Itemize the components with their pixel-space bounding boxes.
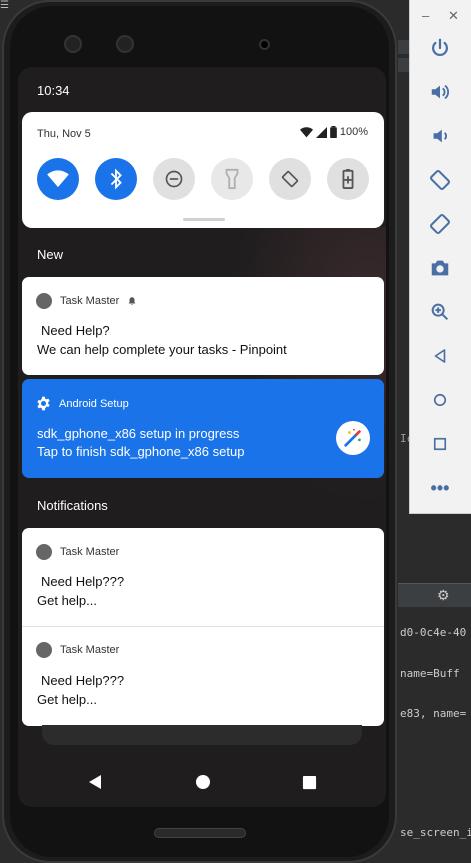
- rotate-left-icon[interactable]: [425, 165, 455, 195]
- notification-app-name: Task Master: [60, 644, 120, 656]
- rotate-right-icon[interactable]: [425, 209, 455, 239]
- zoom-icon[interactable]: [425, 297, 455, 327]
- signal-status-icon: [315, 126, 327, 138]
- section-notifications: Notifications: [37, 498, 108, 513]
- close-icon[interactable]: ✕: [448, 8, 459, 24]
- power-icon[interactable]: [425, 33, 455, 63]
- nav-home-icon[interactable]: [188, 757, 218, 807]
- volume-down-icon[interactable]: [425, 121, 455, 151]
- auto-rotate-icon: [281, 170, 299, 188]
- device-screen: 10:34 Thu, Nov 5 100% New Task Master Ne…: [18, 67, 386, 807]
- do-not-disturb-tile[interactable]: [153, 158, 195, 200]
- emulator-device-frame: 10:34 Thu, Nov 5 100% New Task Master Ne…: [2, 0, 397, 863]
- navigation-bar: [18, 757, 386, 807]
- more-icon[interactable]: •••: [425, 473, 455, 503]
- setup-wizard-icon: [336, 421, 370, 455]
- camera-icon[interactable]: [425, 253, 455, 283]
- notification-title: Need Help???: [41, 673, 125, 688]
- qs-status-icons: 100%: [299, 126, 368, 138]
- notification-app-name: Task Master: [60, 295, 120, 307]
- notification-text: We can help complete your tasks - Pinpoi…: [37, 342, 287, 357]
- section-new: New: [37, 247, 64, 262]
- app-icon: [36, 642, 52, 658]
- ide-tool-bar: [398, 583, 471, 607]
- notification-text: Get help...: [37, 692, 97, 707]
- qs-date[interactable]: Thu, Nov 5: [37, 128, 91, 140]
- front-sensor: [116, 35, 134, 53]
- ide-log-line: name=Buff: [400, 667, 460, 680]
- front-camera: [64, 35, 82, 53]
- volume-up-icon[interactable]: [425, 77, 455, 107]
- auto-rotate-tile[interactable]: [269, 158, 311, 200]
- status-time: 10:34: [37, 83, 70, 98]
- home-icon[interactable]: [425, 385, 455, 415]
- notification-text: Tap to finish sdk_gphone_x86 setup: [37, 444, 245, 459]
- qs-drag-handle[interactable]: [183, 218, 225, 221]
- notification-title: Need Help?: [41, 323, 110, 338]
- emulator-toolbar: – ✕ •••: [409, 0, 471, 514]
- nav-back-icon[interactable]: [80, 757, 110, 807]
- app-icon: [36, 544, 52, 560]
- battery-saver-icon: [342, 169, 354, 189]
- ide-log-line: d0-0c4e-40: [400, 626, 467, 639]
- wifi-icon: [47, 170, 69, 188]
- ide-gear-icon[interactable]: ⚙: [437, 587, 450, 604]
- app-icon: [36, 293, 52, 309]
- back-icon[interactable]: [425, 341, 455, 371]
- notification-title: sdk_gphone_x86 setup in progress: [37, 426, 240, 441]
- bluetooth-tile[interactable]: [95, 158, 137, 200]
- alert-bell-icon: [128, 297, 136, 306]
- proximity-sensor: [259, 39, 270, 50]
- notification-android-setup[interactable]: Android Setup sdk_gphone_x86 setup in pr…: [22, 379, 384, 478]
- battery-saver-tile[interactable]: [327, 158, 369, 200]
- overview-icon[interactable]: [425, 429, 455, 459]
- notification-app-name: Android Setup: [59, 397, 129, 410]
- battery-status-icon: [330, 126, 337, 138]
- notification-app-name: Task Master: [60, 546, 120, 558]
- nav-overview-icon[interactable]: [294, 757, 324, 807]
- bluetooth-icon: [110, 168, 122, 190]
- battery-percent: 100%: [339, 126, 368, 138]
- notification-group-task-master: Task Master Need Help??? Get help... Tas…: [22, 528, 384, 726]
- notification-task-master-new[interactable]: Task Master Need Help? We can help compl…: [22, 277, 384, 375]
- ide-log-line: e83, name=: [400, 707, 467, 720]
- menu-icon[interactable]: ☰: [0, 0, 10, 11]
- ide-log-line: se_screen_i: [400, 826, 471, 839]
- flashlight-tile[interactable]: [211, 158, 253, 200]
- bottom-speaker: [154, 828, 246, 838]
- minimize-icon[interactable]: –: [422, 8, 429, 23]
- quick-settings-panel: Thu, Nov 5 100%: [22, 112, 384, 228]
- wifi-tile[interactable]: [37, 158, 79, 200]
- flashlight-icon: [225, 168, 239, 190]
- notification-task-master-1[interactable]: Task Master Need Help??? Get help...: [22, 528, 384, 626]
- settings-gear-icon: [37, 396, 50, 411]
- wifi-status-icon: [299, 126, 313, 137]
- notification-text: Get help...: [37, 593, 97, 608]
- background-app-edge: [42, 725, 362, 745]
- do-not-disturb-icon: [165, 170, 183, 188]
- notification-title: Need Help???: [41, 574, 125, 589]
- notification-task-master-2[interactable]: Task Master Need Help??? Get help...: [22, 627, 384, 726]
